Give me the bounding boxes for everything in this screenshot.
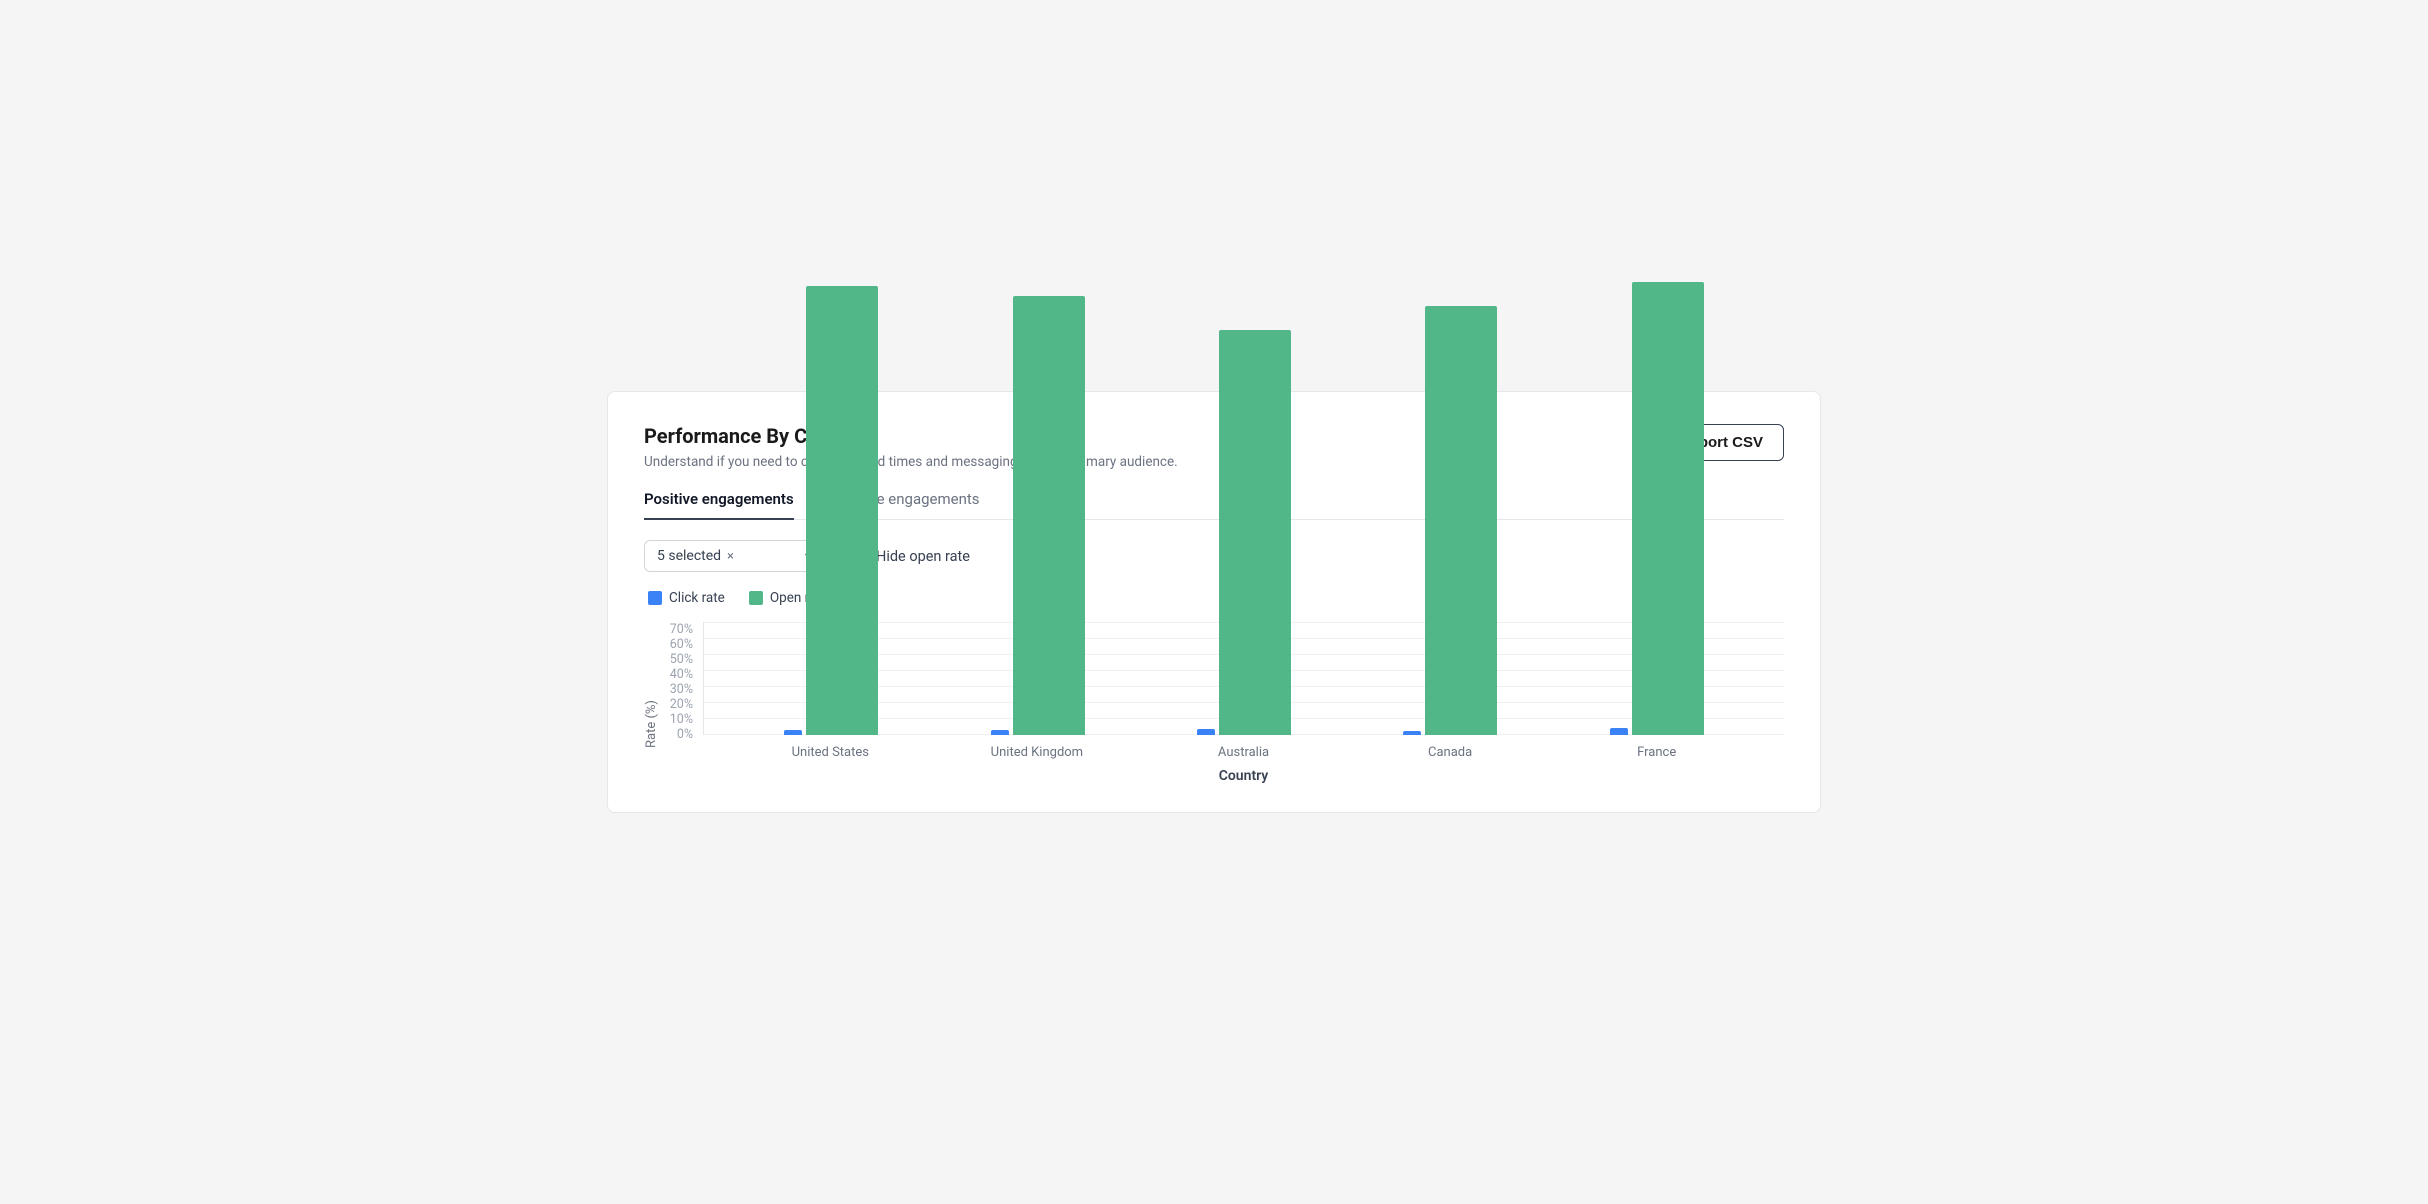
x-axis-label: United States bbox=[727, 745, 934, 760]
bar-click-rate bbox=[991, 730, 1009, 735]
x-axis-label: Canada bbox=[1347, 745, 1554, 760]
y-axis-label: 60% bbox=[670, 637, 693, 652]
click-rate-legend-label: Click rate bbox=[669, 590, 725, 606]
bar-click-rate bbox=[1403, 731, 1421, 735]
x-axis-label: Australia bbox=[1140, 745, 1347, 760]
selected-count-text: 5 selected bbox=[657, 548, 721, 564]
y-axis-title: Rate (%) bbox=[644, 622, 659, 784]
chart-inner: United StatesUnited KingdomAustraliaCana… bbox=[703, 622, 1784, 784]
bar-open-rate bbox=[1632, 282, 1704, 735]
legend-click-rate: Click rate bbox=[648, 590, 725, 606]
y-axis-label: 70% bbox=[670, 622, 693, 637]
bar-group bbox=[1347, 306, 1553, 735]
bar-open-rate bbox=[1425, 306, 1497, 735]
bar-open-rate bbox=[806, 286, 878, 735]
y-axis-label: 30% bbox=[670, 682, 693, 697]
y-axis: 70%60%50%40%30%20%10%0% bbox=[661, 622, 703, 784]
bar-click-rate bbox=[1610, 728, 1628, 735]
bars-area bbox=[703, 622, 1784, 735]
bar-group bbox=[934, 296, 1140, 735]
x-axis: United StatesUnited KingdomAustraliaCana… bbox=[703, 735, 1784, 760]
x-axis-title: Country bbox=[703, 768, 1784, 784]
x-axis-label: United Kingdom bbox=[934, 745, 1141, 760]
bar-group bbox=[1554, 282, 1760, 735]
bar-groups bbox=[704, 622, 1784, 735]
performance-card: Performance By Country Understand if you… bbox=[607, 391, 1821, 813]
bar-group bbox=[1141, 330, 1347, 735]
click-rate-color-swatch bbox=[648, 591, 662, 605]
bar-click-rate bbox=[1197, 729, 1215, 735]
bar-click-rate bbox=[784, 730, 802, 735]
chart-wrapper: Rate (%) 70%60%50%40%30%20%10%0% United … bbox=[644, 622, 1784, 784]
y-axis-label: 40% bbox=[670, 667, 693, 682]
y-axis-label: 0% bbox=[677, 727, 693, 742]
y-axis-label: 50% bbox=[670, 652, 693, 667]
y-axis-label: 10% bbox=[670, 712, 693, 727]
bar-group bbox=[728, 286, 934, 735]
selected-count-badge: 5 selected × bbox=[657, 548, 734, 564]
bar-open-rate bbox=[1013, 296, 1085, 735]
chart-area: 70%60%50%40%30%20%10%0% United StatesUni… bbox=[661, 622, 1784, 784]
y-axis-label: 20% bbox=[670, 697, 693, 712]
x-axis-label: France bbox=[1553, 745, 1760, 760]
bar-open-rate bbox=[1219, 330, 1291, 735]
